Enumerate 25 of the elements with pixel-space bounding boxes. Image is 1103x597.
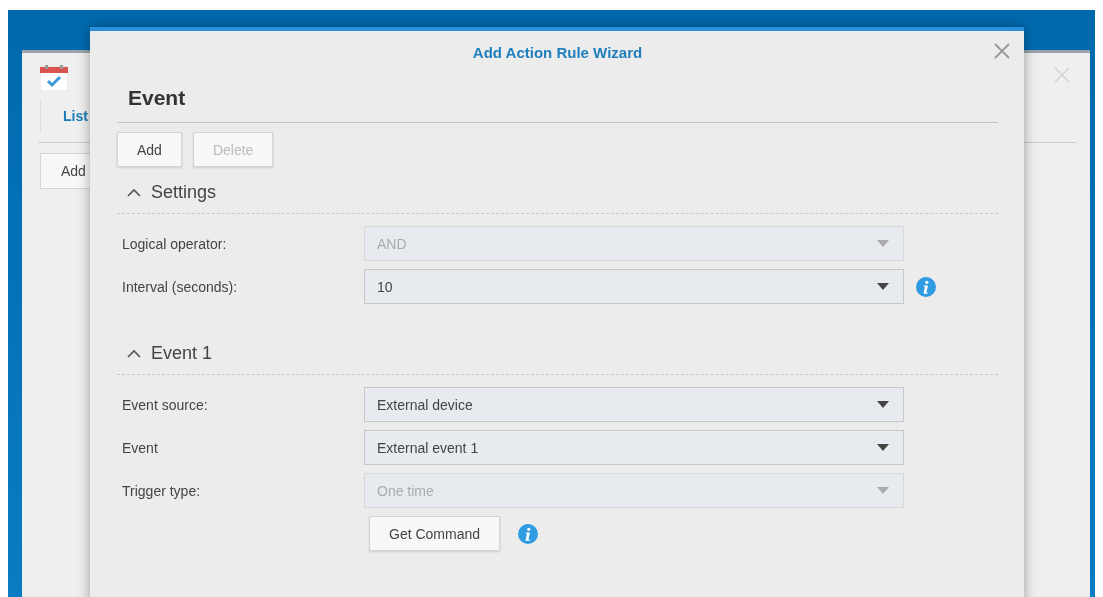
field-label: Trigger type: <box>121 482 202 499</box>
page-heading: Event <box>128 86 187 111</box>
caret-icon <box>877 487 889 494</box>
get-command-button[interactable]: Get Command <box>369 516 501 551</box>
field-label: Logical operator: <box>121 235 228 252</box>
dropdown[interactable]: 10 <box>364 269 904 304</box>
dropdown[interactable]: External event 1 <box>364 430 904 465</box>
caret-icon <box>877 444 889 451</box>
close-icon[interactable] <box>994 43 1010 59</box>
field-label: Event source: <box>121 396 209 413</box>
toolbar-button[interactable]: Add <box>117 132 182 167</box>
field-label: Event <box>121 439 159 456</box>
dialog-title: Add Action Rule Wizard <box>472 44 643 61</box>
info-icon[interactable] <box>916 276 936 297</box>
dropdown[interactable]: External device <box>364 387 904 422</box>
section-title[interactable]: Event 1 <box>151 342 213 364</box>
chevron-icon[interactable] <box>127 187 141 197</box>
caret-icon <box>877 240 889 247</box>
caret-icon <box>877 401 889 408</box>
caret-icon <box>877 283 889 290</box>
chevron-icon[interactable] <box>127 348 141 358</box>
info-icon[interactable] <box>518 523 539 544</box>
section-title[interactable]: Settings <box>151 181 217 203</box>
calendar-icon <box>40 65 68 91</box>
field-label: Interval (seconds): <box>121 278 239 295</box>
